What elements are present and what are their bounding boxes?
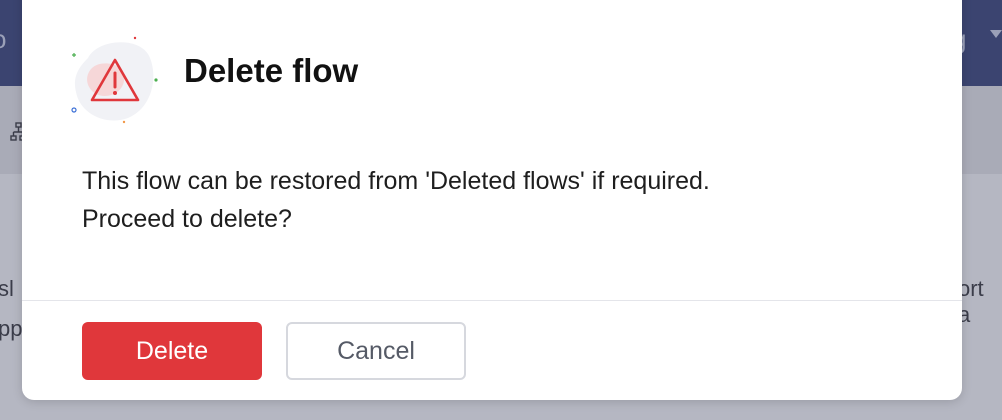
- warning-triangle-icon: [71, 36, 158, 124]
- dialog-title: Delete flow: [184, 52, 359, 89]
- dialog-footer-divider: [22, 300, 962, 301]
- dialog-message-line: This flow can be restored from 'Deleted …: [82, 167, 710, 195]
- dialog-message-line: Proceed to delete?: [82, 205, 292, 233]
- background-text-line: sl: [0, 276, 14, 301]
- background-text-line: ort a: [958, 276, 984, 327]
- dialog-message: This flow can be restored from 'Deleted …: [82, 162, 902, 238]
- chevron-down-icon: [990, 30, 1002, 38]
- cancel-button[interactable]: Cancel: [286, 322, 466, 380]
- delete-button[interactable]: Delete: [82, 322, 262, 380]
- background-text-line: pp: [0, 316, 23, 341]
- delete-flow-dialog: Delete flow This flow can be restored fr…: [22, 0, 962, 400]
- app-header-left-text: o: [0, 24, 6, 55]
